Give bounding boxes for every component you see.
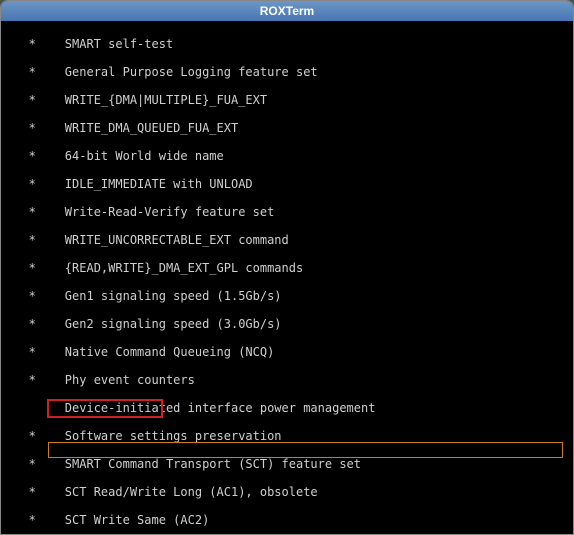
feature-line: * {READ,WRITE}_DMA_EXT_GPL commands	[7, 261, 567, 275]
feature-line: * Software settings preservation	[7, 429, 567, 443]
feature-line: * SMART self-test	[7, 37, 567, 51]
terminal-window: ROXTerm * SMART self-test * General Purp…	[0, 0, 574, 535]
feature-line: * 64-bit World wide name	[7, 149, 567, 163]
terminal-body[interactable]: * SMART self-test * General Purpose Logg…	[1, 21, 573, 534]
feature-line: * Gen1 signaling speed (1.5Gb/s)	[7, 289, 567, 303]
feature-line: * SCT Write Same (AC2)	[7, 513, 567, 527]
feature-line: * WRITE_UNCORRECTABLE_EXT command	[7, 233, 567, 247]
feature-line: * SMART Command Transport (SCT) feature …	[7, 457, 567, 471]
feature-line: * IDLE_IMMEDIATE with UNLOAD	[7, 177, 567, 191]
feature-line: * Phy event counters	[7, 373, 567, 387]
feature-line: * WRITE_{DMA|MULTIPLE}_FUA_EXT	[7, 93, 567, 107]
window-titlebar: ROXTerm	[1, 1, 573, 21]
feature-line: Device-initiated interface power managem…	[7, 401, 567, 415]
feature-line: * General Purpose Logging feature set	[7, 65, 567, 79]
feature-line: * Gen2 signaling speed (3.0Gb/s)	[7, 317, 567, 331]
erase-time-highlight	[48, 442, 563, 458]
feature-line: * Native Command Queueing (NCQ)	[7, 345, 567, 359]
feature-line: * SCT Read/Write Long (AC1), obsolete	[7, 485, 567, 499]
feature-line: * WRITE_DMA_QUEUED_FUA_EXT	[7, 121, 567, 135]
window-title: ROXTerm	[260, 4, 314, 18]
feature-line: * Write-Read-Verify feature set	[7, 205, 567, 219]
